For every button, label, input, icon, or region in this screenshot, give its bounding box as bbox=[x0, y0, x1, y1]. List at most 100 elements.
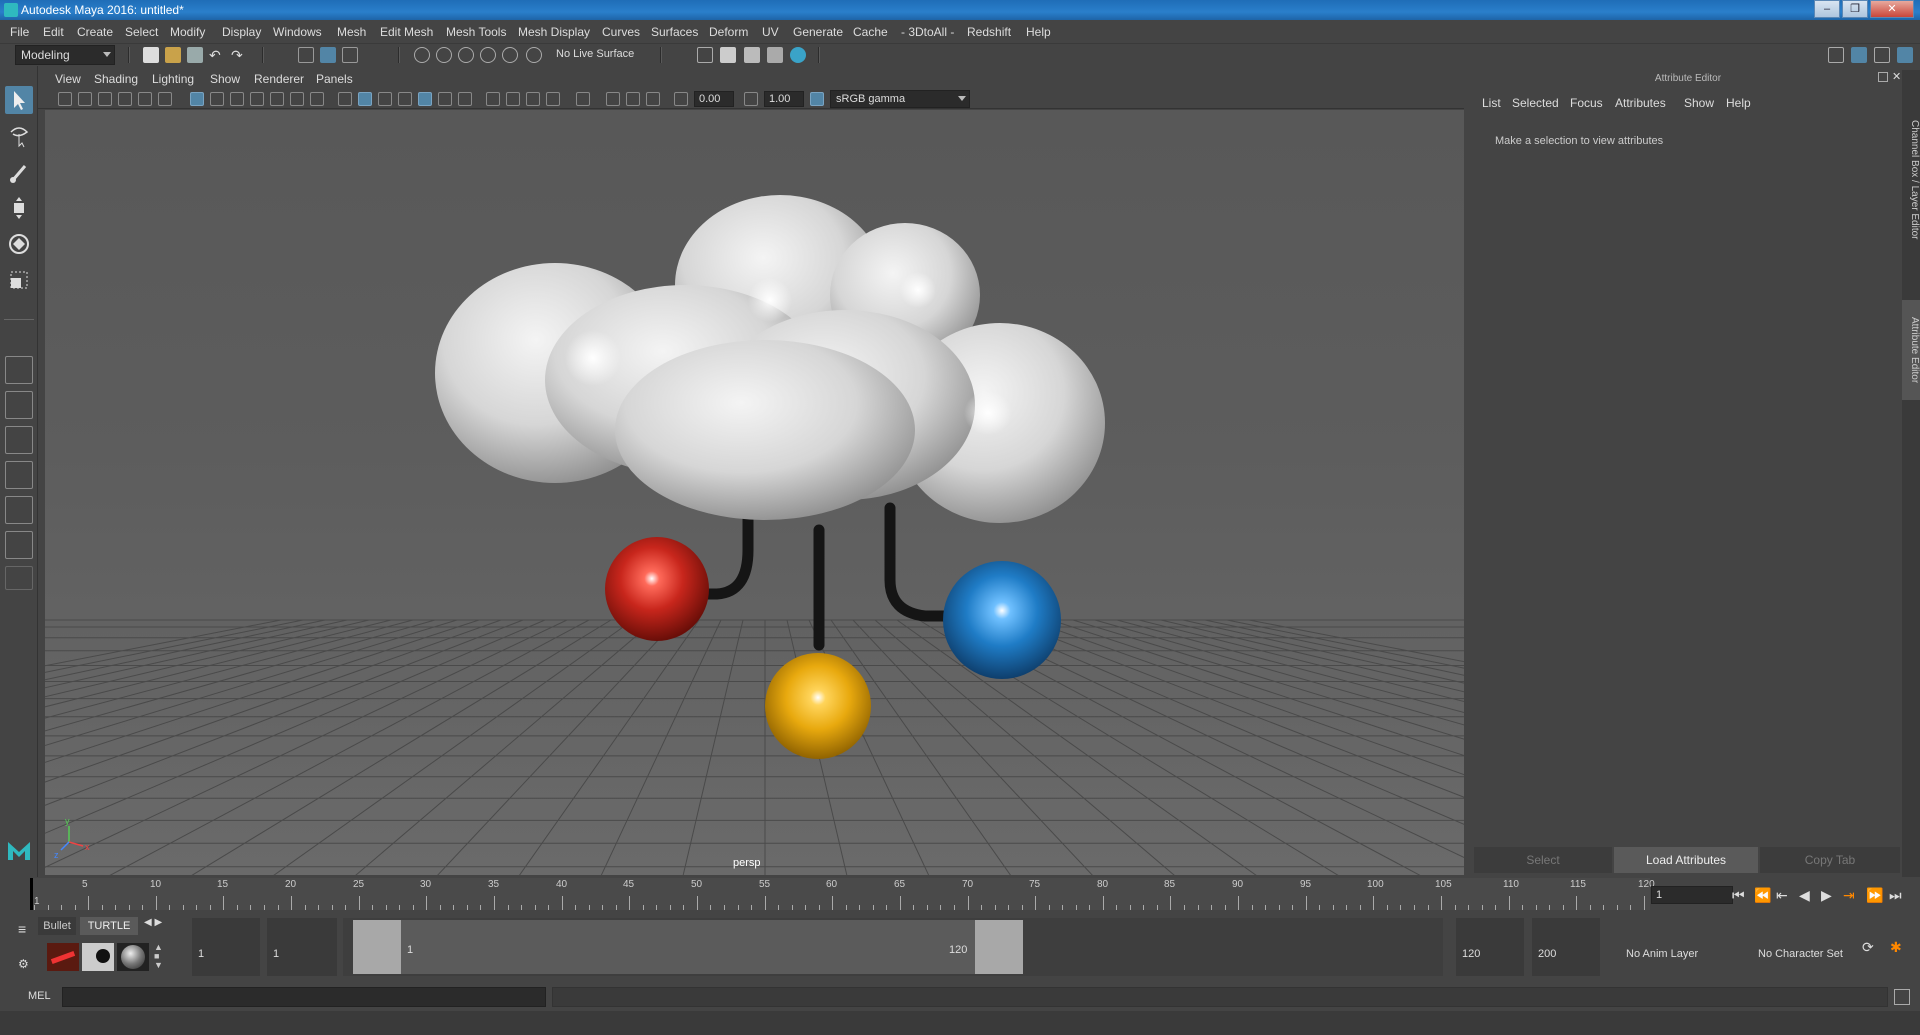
persp-graph-layout-icon[interactable] bbox=[5, 461, 33, 489]
range-start-handle[interactable] bbox=[353, 920, 401, 974]
time-ruler[interactable]: 1 5 10 15 20 25 30 35 40 45 50 55 60 65 70 75 80 85 90 95 1… bbox=[30, 878, 1655, 910]
channel-box-toggle-icon[interactable] bbox=[1897, 47, 1913, 63]
2d-pan-zoom-icon[interactable] bbox=[138, 92, 152, 106]
menu-generate[interactable]: Generate bbox=[793, 25, 843, 39]
start-time-field[interactable]: 1 bbox=[192, 918, 260, 976]
range-end-handle[interactable] bbox=[975, 920, 1023, 974]
menu-edit-mesh[interactable]: Edit Mesh bbox=[380, 25, 433, 39]
make-live-icon[interactable] bbox=[526, 47, 542, 63]
ae-menu-attributes[interactable]: Attributes bbox=[1615, 96, 1666, 110]
command-language-label[interactable]: MEL bbox=[28, 990, 51, 1002]
shelf-scroll-icon[interactable]: ▲ ■ ▼ bbox=[154, 943, 163, 970]
select-tool-icon[interactable] bbox=[5, 86, 33, 114]
shelf-tab-scroll-icon[interactable]: ◀ ▶ bbox=[144, 917, 162, 928]
viewport-menu-panels[interactable]: Panels bbox=[316, 72, 353, 86]
ae-menu-help[interactable]: Help bbox=[1726, 96, 1751, 110]
screen-space-ao-icon[interactable] bbox=[486, 92, 500, 106]
menu-display[interactable]: Display bbox=[222, 25, 261, 39]
yellow-sphere[interactable] bbox=[765, 653, 871, 759]
bookmarks-icon[interactable] bbox=[98, 92, 112, 106]
select-camera-icon[interactable] bbox=[58, 92, 72, 106]
image-plane-icon[interactable] bbox=[118, 92, 132, 106]
menu-file[interactable]: File bbox=[10, 25, 29, 39]
range-slider-track[interactable]: 1 120 bbox=[343, 918, 1443, 976]
go-to-start-icon[interactable]: ⏮ bbox=[1732, 887, 1745, 904]
view-transform-icon[interactable] bbox=[810, 92, 824, 106]
open-scene-icon[interactable] bbox=[165, 47, 181, 63]
undo-icon[interactable]: ↶ bbox=[209, 47, 225, 63]
menu-set-dropdown[interactable]: Modeling bbox=[15, 45, 115, 65]
end-time-field[interactable]: 200 bbox=[1532, 918, 1600, 976]
xray-icon[interactable] bbox=[606, 92, 620, 106]
snap-to-point-icon[interactable] bbox=[458, 47, 474, 63]
red-sphere[interactable] bbox=[605, 537, 709, 641]
grease-pencil-icon[interactable] bbox=[158, 92, 172, 106]
select-by-object-icon[interactable] bbox=[320, 47, 336, 63]
perspective-viewport[interactable]: y x z persp bbox=[45, 110, 1464, 875]
render-view-icon[interactable] bbox=[767, 47, 783, 63]
select-button[interactable]: Select bbox=[1474, 847, 1612, 873]
animation-preferences-icon[interactable]: ✱ bbox=[1890, 939, 1902, 956]
persp-outliner-layout-icon[interactable] bbox=[5, 426, 33, 454]
snap-to-surface-icon[interactable] bbox=[502, 47, 518, 63]
menu-3dtoall[interactable]: - 3DtoAll - bbox=[901, 25, 954, 39]
time-slider[interactable]: 1 5 10 15 20 25 30 35 40 45 50 55 60 65 70 75 80 85 90 95 1… bbox=[0, 877, 1920, 913]
grid-icon[interactable] bbox=[190, 92, 204, 106]
more-layouts-icon[interactable] bbox=[5, 566, 33, 590]
shadows-icon[interactable] bbox=[458, 92, 472, 106]
safe-action-icon[interactable] bbox=[290, 92, 304, 106]
load-attributes-button[interactable]: Load Attributes bbox=[1614, 847, 1758, 873]
go-to-end-icon[interactable]: ⏭ bbox=[1889, 887, 1902, 904]
menu-curves[interactable]: Curves bbox=[602, 25, 640, 39]
camera-attributes-icon[interactable] bbox=[78, 92, 92, 106]
menu-surfaces[interactable]: Surfaces bbox=[651, 25, 698, 39]
snap-to-curve-icon[interactable] bbox=[436, 47, 452, 63]
multisample-aa-icon[interactable] bbox=[526, 92, 540, 106]
menu-mesh-tools[interactable]: Mesh Tools bbox=[446, 25, 506, 39]
color-space-dropdown[interactable]: sRGB gamma bbox=[830, 90, 970, 108]
lasso-tool-icon[interactable] bbox=[5, 122, 33, 150]
menu-modify[interactable]: Modify bbox=[170, 25, 205, 39]
viewport-menu-shading[interactable]: Shading bbox=[94, 72, 138, 86]
channel-box-tab[interactable]: Channel Box / Layer Editor bbox=[1902, 80, 1920, 280]
anim-layer-dropdown[interactable]: No Anim Layer bbox=[1620, 918, 1726, 976]
menu-windows[interactable]: Windows bbox=[273, 25, 322, 39]
persp-hypershade-layout-icon[interactable] bbox=[5, 496, 33, 524]
maya-home-icon[interactable] bbox=[5, 836, 33, 864]
viewport-menu-renderer[interactable]: Renderer bbox=[254, 72, 304, 86]
safe-title-icon[interactable] bbox=[310, 92, 324, 106]
close-button[interactable]: ✕ bbox=[1870, 0, 1914, 18]
render-settings-icon[interactable] bbox=[697, 47, 713, 63]
snap-to-grid-icon[interactable] bbox=[414, 47, 430, 63]
range-slider-bar[interactable]: 1 120 bbox=[353, 920, 1023, 974]
ae-menu-list[interactable]: List bbox=[1482, 96, 1501, 110]
command-input[interactable] bbox=[62, 987, 546, 1007]
current-time-marker[interactable] bbox=[30, 878, 33, 910]
shelf-menu-icon[interactable]: ≡ bbox=[18, 921, 26, 937]
tool-settings-icon[interactable] bbox=[1874, 47, 1890, 63]
menu-edit[interactable]: Edit bbox=[43, 25, 64, 39]
step-forward-key-icon[interactable]: ⏩ bbox=[1866, 887, 1883, 904]
depth-of-field-icon[interactable] bbox=[546, 92, 560, 106]
shelf-options-icon[interactable]: ⚙ bbox=[18, 957, 29, 971]
viewport-menu-lighting[interactable]: Lighting bbox=[152, 72, 194, 86]
auto-key-icon[interactable]: ⟳ bbox=[1862, 939, 1874, 956]
exposure-icon[interactable] bbox=[674, 92, 688, 106]
attribute-editor-toggle-icon[interactable] bbox=[1851, 47, 1867, 63]
viewport-menu-show[interactable]: Show bbox=[210, 72, 240, 86]
ipr-render-icon[interactable] bbox=[744, 47, 760, 63]
outliner-persp-layout-icon[interactable] bbox=[5, 531, 33, 559]
menu-help[interactable]: Help bbox=[1026, 25, 1051, 39]
turtle-bake-icon[interactable] bbox=[82, 943, 114, 971]
current-frame-field[interactable] bbox=[1651, 886, 1733, 904]
step-forward-frame-icon[interactable]: ⇥ bbox=[1843, 887, 1855, 904]
attribute-editor-tab[interactable]: Attribute Editor bbox=[1902, 300, 1920, 400]
single-perspective-layout-icon[interactable] bbox=[5, 356, 33, 384]
turtle-sphere-icon[interactable] bbox=[117, 943, 149, 971]
four-view-layout-icon[interactable] bbox=[5, 391, 33, 419]
hypershade-icon[interactable] bbox=[790, 47, 806, 63]
move-tool-icon[interactable] bbox=[5, 194, 33, 222]
character-set-dropdown[interactable]: No Character Set bbox=[1752, 918, 1850, 976]
film-gate-icon[interactable] bbox=[210, 92, 224, 106]
render-frame-icon[interactable] bbox=[720, 47, 736, 63]
